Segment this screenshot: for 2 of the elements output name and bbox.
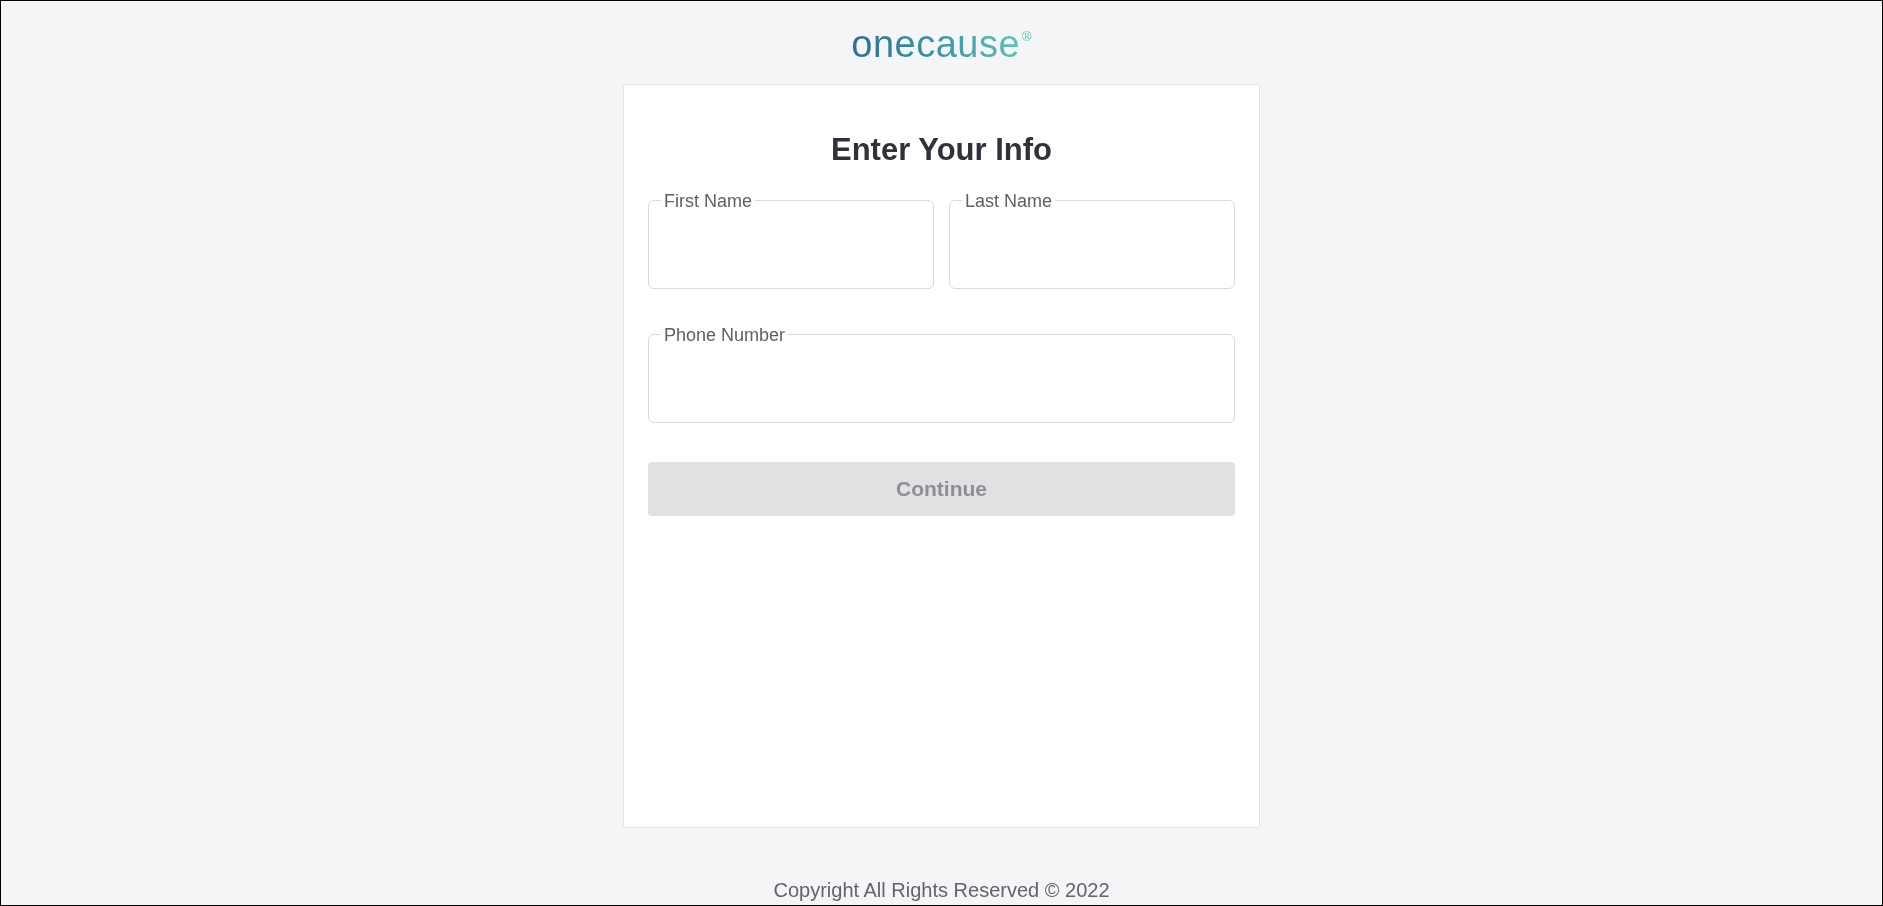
copyright-text: Copyright All Rights Reserved © 2022 [773, 878, 1110, 903]
form-title: Enter Your Info [830, 130, 1053, 169]
